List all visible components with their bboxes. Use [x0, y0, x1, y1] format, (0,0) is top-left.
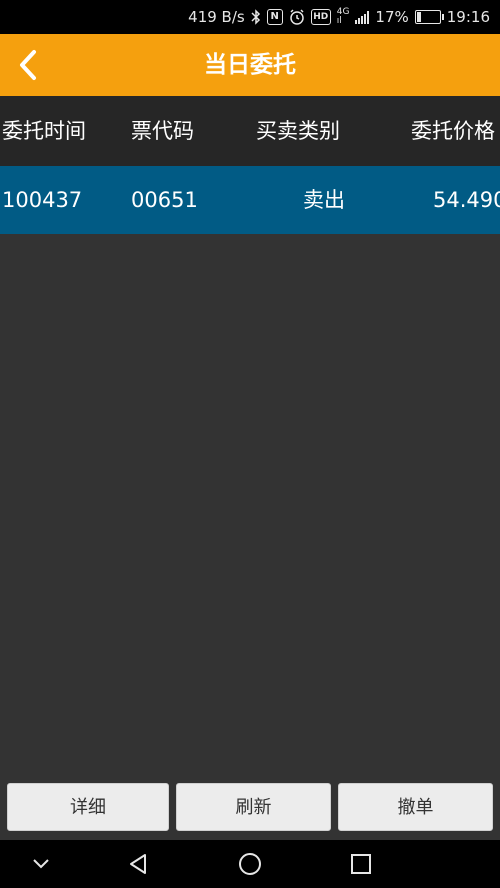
page-title: 当日委托: [204, 52, 296, 78]
network-type-icon: 4G ıl: [337, 8, 350, 26]
column-header-price: 委托价格: [411, 119, 495, 143]
system-nav-bar: [0, 840, 500, 888]
network-activity-label: ıl: [336, 16, 342, 26]
triangle-back-icon: [130, 854, 146, 874]
battery-icon: [414, 10, 444, 24]
status-icons: 419 B/s N HD 4G ıl 17% 19:16: [188, 0, 490, 34]
column-header-type: 买卖类别: [256, 119, 340, 143]
table-row[interactable]: 100437 00651 卖出 54.490: [0, 166, 500, 234]
row-code: 00651: [131, 188, 198, 212]
clock: 19:16: [446, 8, 490, 26]
row-price: 54.490: [433, 188, 500, 212]
bluetooth-icon: [251, 9, 261, 25]
signal-icon: [355, 10, 370, 24]
nav-recents-button[interactable]: [341, 840, 381, 888]
title-bar: 当日委托: [0, 34, 500, 96]
screen: 419 B/s N HD 4G ıl 17% 19:16 当日委托 委托时间 票…: [0, 0, 500, 888]
column-header-time: 委托时间: [2, 119, 86, 143]
detail-button[interactable]: 详细: [7, 783, 169, 831]
battery-fill: [416, 12, 421, 22]
back-button[interactable]: [10, 47, 46, 83]
cancel-order-button[interactable]: 撤单: [338, 783, 493, 831]
row-time: 100437: [2, 188, 83, 212]
chevron-down-icon: [33, 859, 49, 869]
nav-collapse-button[interactable]: [21, 840, 61, 888]
battery-percent: 17%: [375, 8, 409, 26]
status-bar: 419 B/s N HD 4G ıl 17% 19:16: [0, 0, 500, 34]
hd-icon: HD: [310, 9, 331, 25]
refresh-button[interactable]: 刷新: [176, 783, 331, 831]
network-speed: 419 B/s: [188, 8, 245, 26]
circle-home-icon: [239, 853, 261, 875]
nfc-icon: N: [266, 9, 283, 25]
square-recents-icon: [351, 854, 371, 874]
nav-back-button[interactable]: [118, 840, 158, 888]
alarm-icon: [289, 9, 305, 25]
action-bar: 详细 刷新 撤单: [0, 775, 500, 837]
chevron-left-icon: [20, 50, 36, 80]
nav-home-button[interactable]: [230, 840, 270, 888]
column-header-code: 票代码: [131, 119, 194, 143]
table-header: 委托时间 票代码 买卖类别 委托价格: [0, 96, 500, 166]
row-type: 卖出: [303, 188, 345, 212]
